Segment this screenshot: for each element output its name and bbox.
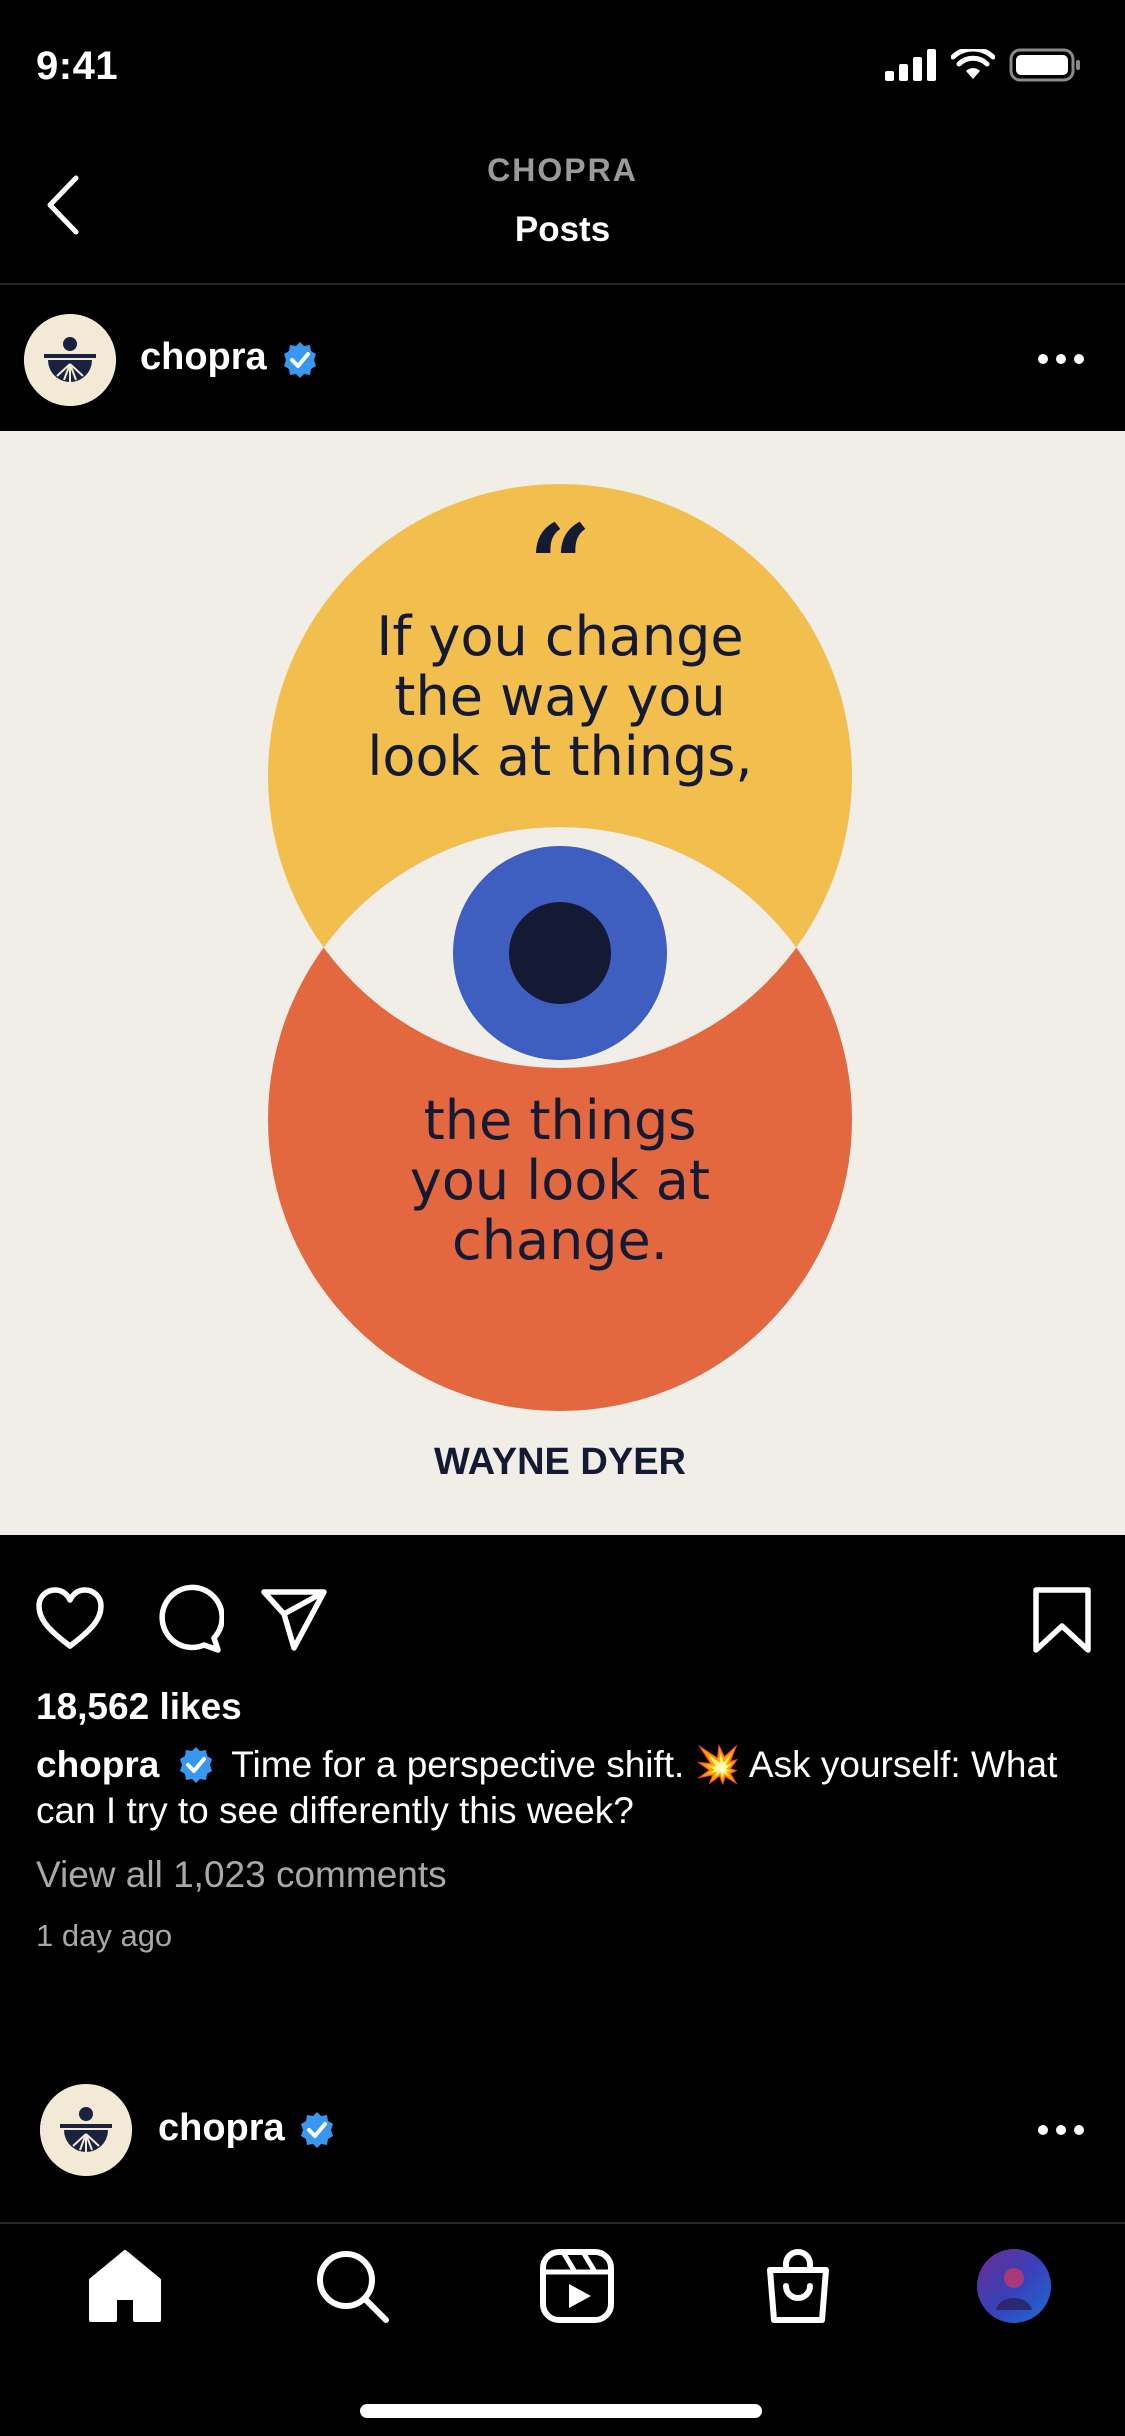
wifi-icon xyxy=(951,49,995,79)
bookmark-icon[interactable] xyxy=(1026,1584,1098,1656)
cellular-signal-icon xyxy=(885,49,936,81)
post-author-avatar[interactable] xyxy=(24,314,116,406)
chopra-logo-icon xyxy=(24,314,116,406)
chopra-logo-icon xyxy=(40,2084,132,2176)
next-post-username[interactable]: chopra xyxy=(158,2107,285,2150)
reels-icon[interactable] xyxy=(537,2246,617,2326)
post-timestamp: 1 day ago xyxy=(36,1918,173,1953)
post-image[interactable]: “ If you change the way you look at thin… xyxy=(0,431,1125,1535)
like-count[interactable]: 18,562 likes xyxy=(36,1686,242,1728)
quote-line-1: If you change xyxy=(376,605,743,668)
share-icon[interactable] xyxy=(258,1584,330,1656)
header-account-name: CHOPRA xyxy=(487,152,638,188)
shop-icon[interactable] xyxy=(758,2246,838,2326)
profile-avatar-icon[interactable] xyxy=(974,2246,1054,2326)
status-icons xyxy=(885,48,1081,82)
quote-line-2: the way you xyxy=(394,665,725,728)
home-icon[interactable] xyxy=(85,2246,165,2326)
quote-line-3: look at things, xyxy=(367,725,752,788)
quote-author: WAYNE DYER xyxy=(434,1441,686,1483)
search-icon[interactable] xyxy=(312,2246,392,2326)
status-time: 9:41 xyxy=(36,44,119,88)
post-username[interactable]: chopra xyxy=(140,336,267,379)
home-indicator xyxy=(360,2404,762,2418)
view-comments-link[interactable]: View all 1,023 comments xyxy=(36,1854,447,1896)
verified-icon xyxy=(301,2112,333,2148)
quote-line-4: the things xyxy=(424,1089,697,1152)
more-icon[interactable] xyxy=(1036,349,1086,369)
comment-icon[interactable] xyxy=(152,1584,224,1656)
verified-icon xyxy=(284,342,316,378)
header-divider xyxy=(0,283,1125,285)
next-post-author-avatar[interactable] xyxy=(40,2084,132,2176)
page-title: Posts xyxy=(514,210,611,249)
pupil xyxy=(509,902,611,1004)
post-caption: chopra Time for a perspective shift. 💥 A… xyxy=(36,1742,1086,1834)
heart-icon[interactable] xyxy=(34,1584,106,1656)
more-icon[interactable] xyxy=(1036,2120,1086,2140)
quote-line-6: change. xyxy=(452,1209,668,1272)
caption-username[interactable]: chopra xyxy=(36,1744,159,1785)
quote-line-5: you look at xyxy=(410,1149,710,1212)
battery-icon xyxy=(1009,48,1080,82)
tabbar-divider xyxy=(0,2222,1125,2224)
quote-artwork: “ If you change the way you look at thin… xyxy=(0,431,1125,1535)
verified-icon xyxy=(179,1747,212,1783)
